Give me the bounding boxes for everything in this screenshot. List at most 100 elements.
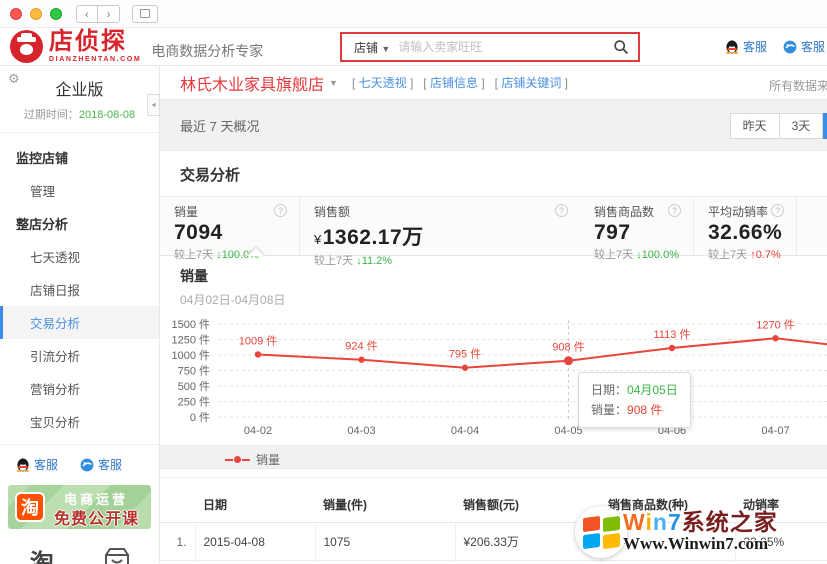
minimize-window-button[interactable] <box>30 8 42 20</box>
legend-label: 销量 <box>256 451 280 468</box>
daily-table-card: 日期销量(件)销售额(元)销售商品数(种)动销率 1.2015-04-08107… <box>160 468 827 563</box>
svg-text:04-04: 04-04 <box>451 425 479 437</box>
sales-line-chart: 0 件250 件500 件750 件1000 件1250 件1500 件1009… <box>160 312 827 442</box>
brand-tagline: 电商数据分析专家 <box>151 33 263 61</box>
qq-icon <box>725 39 739 54</box>
svg-text:1270 件: 1270 件 <box>756 318 795 331</box>
promo-banner[interactable]: 淘 电商运营 免费公开课 <box>8 485 151 529</box>
svg-text:04-02: 04-02 <box>244 425 272 437</box>
range-button-3天[interactable]: 3天 <box>780 113 824 139</box>
table-cell: 354 <box>600 523 735 561</box>
brand-domain: DIANZHENTAN.COM <box>49 56 141 63</box>
banner-line2: 免费公开课 <box>54 505 139 529</box>
help-icon[interactable]: ? <box>274 204 287 217</box>
search-button[interactable] <box>604 39 638 55</box>
app-window: ‹ › 店侦探 DIANZHENTAN.COM 电商数据分析专家 店铺 ▼ <box>0 0 827 564</box>
zoom-window-button[interactable] <box>50 8 62 20</box>
svg-text:1500 件: 1500 件 <box>171 318 210 331</box>
chart-area[interactable]: 0 件250 件500 件750 件1000 件1250 件1500 件1009… <box>160 312 827 447</box>
app-header: 店侦探 DIANZHENTAN.COM 电商数据分析专家 店铺 ▼ 客服客服 <box>0 28 827 66</box>
sidebar-item-交易分析[interactable]: 交易分析 <box>0 306 159 339</box>
taobao-badge-icon: 淘 <box>15 492 45 522</box>
forward-button[interactable]: › <box>98 5 120 23</box>
taobao-icon: 淘 <box>30 543 54 564</box>
svg-text:750 件: 750 件 <box>178 365 210 378</box>
window-icon <box>140 9 150 18</box>
table-cell: ¥206.33万 <box>455 523 600 561</box>
svg-text:250 件: 250 件 <box>178 396 210 409</box>
tool-淘宝分析[interactable]: 淘淘宝分析 <box>4 537 80 564</box>
stat-card-销售商品数[interactable]: 销售商品数?797较上7天 ↓100.0% <box>580 197 694 255</box>
gear-icon[interactable]: ⚙ <box>8 71 20 87</box>
table-cell: 33.05% <box>735 523 827 561</box>
detective-logo-icon <box>10 30 43 63</box>
chart-legend[interactable]: 销量 <box>225 451 827 468</box>
traffic-lights <box>10 8 62 20</box>
shop-name[interactable]: 林氏木业家具旗舰店 <box>180 71 324 95</box>
table-row[interactable]: 1.2015-04-081075¥206.33万35433.05% <box>160 523 827 561</box>
svg-text:795 件: 795 件 <box>449 348 481 361</box>
stat-card-销量[interactable]: 销量?7094较上7天 ↓100.0% <box>160 197 300 255</box>
legend-line-marker-icon <box>225 456 250 463</box>
brand-logo[interactable]: 店侦探 DIANZHENTAN.COM 电商数据分析专家 <box>10 30 263 63</box>
sidebar-service-links: 客服 客服 <box>0 445 159 483</box>
overview-title: 最近 7 天概况 <box>180 116 259 135</box>
search-input[interactable] <box>398 40 604 54</box>
sidebar-toggle-button[interactable] <box>132 5 158 23</box>
window-titlebar: ‹ › <box>0 0 827 28</box>
table-cell: 2015-04-08 <box>195 523 315 561</box>
shop-link-七天透视[interactable]: [ 七天透视 ] <box>352 76 413 90</box>
svg-text:1250 件: 1250 件 <box>171 334 210 347</box>
sidebar-menu: 监控店铺管理整店分析七天透视店铺日报交易分析引流分析营销分析宝贝分析 <box>0 133 159 445</box>
table-header-row: 日期销量(件)销售额(元)销售商品数(种)动销率 <box>160 487 827 523</box>
sidebar-service-link-2[interactable]: 客服 <box>80 456 122 473</box>
sidebar-item-店铺日报[interactable]: 店铺日报 <box>0 273 159 306</box>
stat-card-销售额[interactable]: 销售额?¥1362.17万较上7天 ↓11.2% <box>300 197 580 255</box>
tool-天猫分析[interactable]: 天猫分析 <box>80 537 156 564</box>
sidebar-collapse-button[interactable]: ◂ <box>147 94 160 116</box>
shop-link-店铺信息[interactable]: [ 店铺信息 ] <box>423 76 484 90</box>
help-icon[interactable]: ? <box>668 204 681 217</box>
chart-tooltip: 日期：04月05日 销量：908 件 <box>578 372 691 428</box>
chevron-down-icon: ▼ <box>381 44 390 54</box>
shop-link-店铺关键词[interactable]: [ 店铺关键词 ] <box>495 76 568 90</box>
row-index: 1. <box>160 523 195 561</box>
svg-text:908 件: 908 件 <box>552 341 584 354</box>
analysis-card: 交易分析 销量?7094较上7天 ↓100.0%销售额?¥1362.17万较上7… <box>160 150 827 446</box>
chart-block: 销量 04月02日-04月08日 0 件250 件500 件750 件1000 … <box>160 256 827 478</box>
stats-row: 销量?7094较上7天 ↓100.0%销售额?¥1362.17万较上7天 ↓11… <box>160 196 827 256</box>
range-button-7天[interactable]: 7天 <box>823 113 827 139</box>
help-icon[interactable]: ? <box>771 204 784 217</box>
main-content: 林氏木业家具旗舰店 ▼ [ 七天透视 ][ 店铺信息 ][ 店铺关键词 ] 所有… <box>160 66 827 563</box>
tmall-icon <box>102 547 132 564</box>
range-button-昨天[interactable]: 昨天 <box>730 113 780 139</box>
svg-text:924 件: 924 件 <box>345 340 377 353</box>
help-icon[interactable]: ? <box>555 204 568 217</box>
daily-data-table: 日期销量(件)销售额(元)销售商品数(种)动销率 1.2015-04-08107… <box>160 487 827 563</box>
sidebar-item-宝贝分析[interactable]: 宝贝分析 <box>0 405 159 438</box>
stat-card-平均动销率[interactable]: 平均动销率?32.66%较上7天 ↑0.7% <box>694 197 797 255</box>
chevron-down-icon[interactable]: ▼ <box>329 78 338 88</box>
history-nav: ‹ › <box>76 5 120 23</box>
table-cell: 1075 <box>315 523 455 561</box>
sidebar-item-管理[interactable]: 管理 <box>0 174 159 207</box>
sidebar-item-七天透视[interactable]: 七天透视 <box>0 240 159 273</box>
sidebar-service-link-1[interactable]: 客服 <box>16 456 58 473</box>
svg-text:04-07: 04-07 <box>761 425 789 437</box>
header-service-link-1[interactable]: 客服 <box>725 38 767 55</box>
sidebar-group-label: 监控店铺 <box>0 141 159 174</box>
sidebar-item-营销分析[interactable]: 营销分析 <box>0 372 159 405</box>
chart-date-range: 04月02日-04月08日 <box>160 286 827 308</box>
shop-title-row: 林氏木业家具旗舰店 ▼ [ 七天透视 ][ 店铺信息 ][ 店铺关键词 ] 所有… <box>160 66 827 100</box>
close-window-button[interactable] <box>10 8 22 20</box>
svg-text:1000 件: 1000 件 <box>171 349 210 362</box>
search-category-dropdown[interactable]: 店铺 ▼ <box>342 39 398 56</box>
edition-label: 企业版 <box>0 66 159 100</box>
wangwang-icon <box>783 40 797 54</box>
header-service-links: 客服客服 <box>725 38 825 55</box>
sidebar-item-引流分析[interactable]: 引流分析 <box>0 339 159 372</box>
table-header-cell: 动销率 <box>735 487 827 523</box>
back-button[interactable]: ‹ <box>76 5 98 23</box>
table-header-cell <box>160 487 195 523</box>
header-service-link-2[interactable]: 客服 <box>783 38 825 55</box>
